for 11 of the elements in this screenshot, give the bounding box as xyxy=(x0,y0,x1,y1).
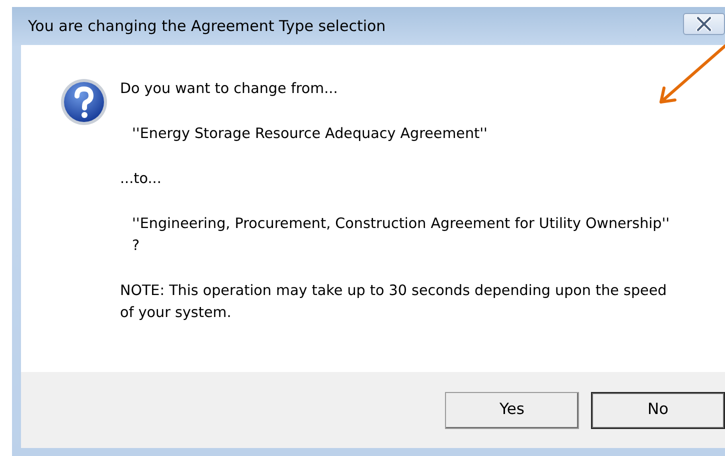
close-icon xyxy=(696,17,712,31)
window-title: You are changing the Agreement Type selection xyxy=(27,16,386,37)
close-button[interactable] xyxy=(683,13,725,35)
question-icon xyxy=(60,78,108,126)
message-text: ''Energy Storage Resource Adequacy Agreement'' xyxy=(131,125,488,144)
message-text: Do you want to change from... xyxy=(120,80,339,99)
no-button[interactable]: No xyxy=(591,392,725,428)
yes-button[interactable]: Yes xyxy=(445,392,579,428)
message-text: ''Engineering, Procurement, Construction Agreement for Utility Ownership'' ? xyxy=(131,215,671,256)
message-text: ...to... xyxy=(120,170,162,189)
message-text: NOTE: This operation may take up to 30 seconds depending upon the speed of your system. xyxy=(120,282,668,323)
